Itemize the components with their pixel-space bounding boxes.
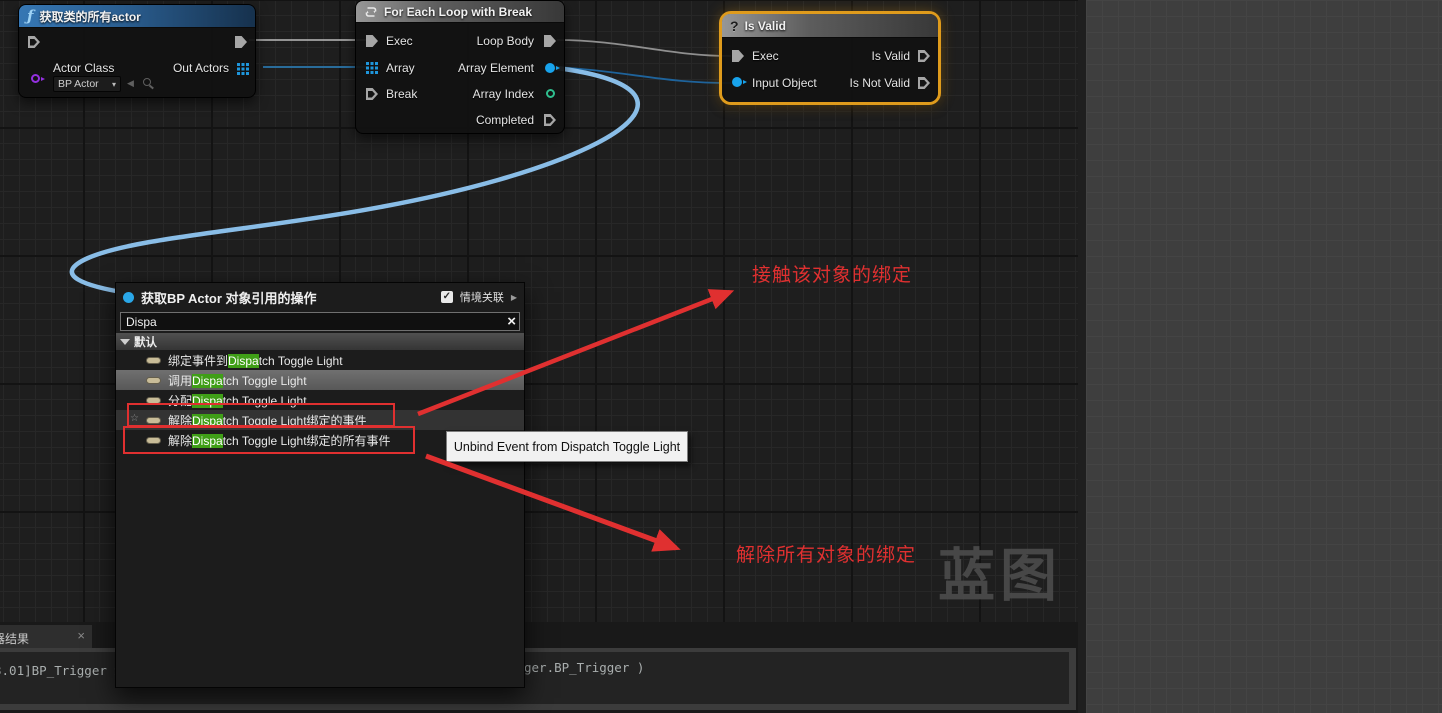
context-sensitive-label: 情境关联 — [460, 289, 504, 305]
array-in-pin[interactable] — [366, 62, 378, 74]
exec-out-pin[interactable] — [235, 36, 247, 48]
break-in-pin[interactable] — [366, 88, 378, 100]
use-selection-icon[interactable]: ◀ — [127, 78, 134, 89]
annotation-box-unbind-event — [127, 403, 395, 427]
actor-class-label: Actor Class — [53, 61, 114, 75]
pin-label-array-element: Array Element — [458, 61, 534, 75]
pin-label-exec: Exec — [386, 34, 413, 48]
label-post: tch Toggle Light — [223, 374, 307, 388]
completed-out-pin[interactable] — [544, 114, 556, 126]
menu-search-box[interactable]: × — [120, 312, 520, 331]
menu-item-call[interactable]: 调用Dispatch Toggle Light — [116, 370, 524, 390]
question-icon: ? — [730, 18, 739, 34]
array-element-out-pin[interactable] — [545, 63, 555, 73]
menu-item-label: 绑定事件到Dispatch Toggle Light — [168, 352, 343, 369]
menu-category-label: 默认 — [134, 334, 157, 350]
exec-in-pin[interactable] — [732, 50, 744, 62]
menu-search-wrap: × — [116, 311, 524, 333]
node-title: Is Valid — [745, 19, 786, 33]
node-title: 获取类的所有actor — [39, 8, 140, 25]
label-pre: 绑定事件到 — [168, 354, 228, 368]
pin-label-input-object: Input Object — [752, 76, 817, 90]
out-actors-label: Out Actors — [173, 61, 229, 75]
pin-label-completed: Completed — [476, 113, 534, 127]
right-side-panel — [1086, 0, 1442, 713]
panel-divider — [1078, 0, 1086, 713]
is-not-valid-out-pin[interactable] — [918, 77, 930, 89]
node-header[interactable]: For Each Loop with Break — [356, 1, 564, 23]
wire-exec-loopbody-isvalid — [557, 40, 731, 56]
actor-class-dropdown[interactable]: BP Actor ▾ — [53, 76, 121, 92]
chevron-down-icon: ▾ — [112, 80, 116, 89]
tooltip: Unbind Event from Dispatch Toggle Light — [446, 431, 688, 462]
expanded-triangle-icon — [120, 339, 130, 345]
node-title: For Each Loop with Break — [384, 5, 532, 19]
actor-class-pin[interactable] — [31, 74, 40, 83]
context-sensitive-checkbox[interactable]: ✓ — [441, 291, 453, 303]
pin-type-dot-icon — [123, 292, 134, 303]
array-index-out-pin[interactable] — [546, 89, 555, 98]
menu-category-header[interactable]: 默认 — [116, 333, 524, 350]
log-line-right: ger.BP_Trigger ) — [524, 660, 644, 675]
node-get-all-actors-of-class[interactable]: ƒ 获取类的所有actor Actor Class BP Actor ▾ ◀ O… — [18, 4, 256, 98]
watermark-text: 蓝图 — [938, 530, 1062, 612]
menu-title: 获取BP Actor 对象引用的操作 — [141, 288, 434, 307]
exec-in-pin[interactable] — [28, 36, 40, 48]
label-post: tch Toggle Light — [259, 354, 343, 368]
menu-item-bind-event[interactable]: 绑定事件到Dispatch Toggle Light — [116, 350, 524, 370]
blueprint-editor-screen: 蓝图 ƒ 获取类的所有actor Actor Class BP Actor ▾ … — [0, 0, 1442, 713]
pin-label-break: Break — [386, 87, 417, 101]
search-input[interactable] — [121, 313, 519, 330]
annotation-text-bottom: 解除所有对象的绑定 — [736, 540, 916, 567]
results-tab[interactable]: 器结果 × — [0, 625, 92, 650]
out-actors-array-pin[interactable] — [237, 63, 249, 75]
clear-search-icon[interactable]: × — [507, 313, 516, 331]
menu-item-label: 调用Dispatch Toggle Light — [168, 372, 307, 389]
function-icon: ƒ — [27, 7, 33, 25]
log-line-left: 3.01]BP_Trigger 绑 — [0, 660, 127, 679]
node-is-valid[interactable]: ? Is Valid Exec Input Object Is Valid Is… — [722, 14, 938, 102]
input-object-pin[interactable] — [732, 77, 742, 87]
node-for-each-loop-with-break[interactable]: For Each Loop with Break Exec Array Brea… — [355, 0, 565, 134]
label-match: Dispa — [192, 374, 223, 388]
menu-header: 获取BP Actor 对象引用的操作 ✓ 情境关联 ▶ — [116, 283, 524, 311]
is-valid-out-pin[interactable] — [918, 50, 930, 62]
loop-icon — [364, 5, 378, 19]
browse-search-icon[interactable] — [143, 78, 151, 86]
close-icon[interactable]: × — [77, 628, 85, 643]
pin-label-is-valid: Is Valid — [872, 49, 910, 63]
node-header[interactable]: ? Is Valid — [722, 14, 938, 38]
wire-object-element-input — [557, 67, 731, 83]
pin-label-array: Array — [386, 61, 415, 75]
annotation-box-unbind-all — [123, 426, 415, 454]
pin-label-exec: Exec — [752, 49, 779, 63]
menu-empty-area — [116, 450, 524, 687]
pin-label-array-index: Array Index — [473, 87, 534, 101]
label-match: Dispa — [228, 354, 259, 368]
node-header[interactable]: ƒ 获取类的所有actor — [19, 5, 255, 28]
pin-label-loop-body: Loop Body — [477, 34, 534, 48]
exec-in-pin[interactable] — [366, 35, 378, 47]
event-dispatcher-icon — [146, 357, 161, 364]
context-action-menu: 获取BP Actor 对象引用的操作 ✓ 情境关联 ▶ × 默认 绑定事件到Di… — [115, 282, 525, 688]
loop-body-out-pin[interactable] — [544, 35, 556, 47]
actor-class-value: BP Actor — [58, 78, 99, 90]
chevron-right-icon: ▶ — [511, 293, 517, 302]
label-pre: 调用 — [168, 374, 192, 388]
event-dispatcher-icon — [146, 377, 161, 384]
pin-label-is-not-valid: Is Not Valid — [850, 76, 910, 90]
node-title-bold: actor — [111, 10, 140, 24]
node-title-main: 获取类的所有 — [39, 10, 111, 24]
tooltip-text: Unbind Event from Dispatch Toggle Light — [454, 440, 680, 454]
results-tab-label: 器结果 — [0, 630, 29, 647]
annotation-text-top: 接触该对象的绑定 — [752, 260, 912, 287]
